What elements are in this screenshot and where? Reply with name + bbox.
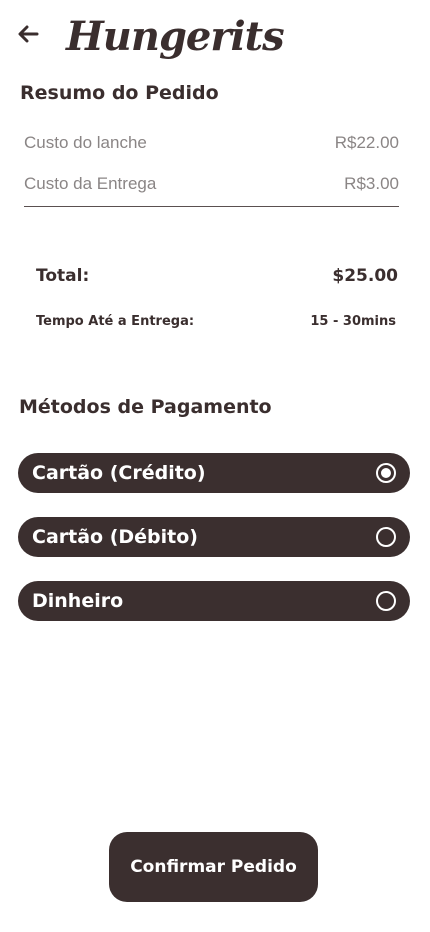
total-value: $25.00 bbox=[332, 266, 398, 286]
summary-divider bbox=[24, 206, 399, 207]
payment-option-label: Dinheiro bbox=[32, 590, 124, 612]
arrow-left-icon bbox=[17, 25, 39, 47]
radio-dot bbox=[381, 468, 391, 478]
order-summary-title: Resumo do Pedido bbox=[20, 82, 219, 104]
delivery-cost-value: R$3.00 bbox=[344, 174, 399, 193]
snack-cost-label: Custo do lanche bbox=[24, 133, 147, 152]
delivery-time-row: Tempo Até a Entrega: 15 - 30mins bbox=[36, 314, 396, 329]
delivery-cost-row: Custo da Entrega R$3.00 bbox=[24, 174, 399, 194]
payment-option-label: Cartão (Débito) bbox=[32, 526, 198, 548]
total-row: Total: $25.00 bbox=[36, 266, 398, 286]
confirm-order-button[interactable]: Confirmar Pedido bbox=[109, 832, 318, 902]
snack-cost-value: R$22.00 bbox=[334, 133, 399, 152]
payment-option-label: Cartão (Crédito) bbox=[32, 462, 206, 484]
brand-logo: Hungerits bbox=[66, 13, 285, 60]
delivery-time-label: Tempo Até a Entrega: bbox=[36, 314, 195, 329]
payment-methods-title: Métodos de Pagamento bbox=[19, 396, 272, 418]
radio-unselected-icon[interactable] bbox=[376, 527, 396, 547]
payment-option-debit[interactable]: Cartão (Débito) bbox=[18, 517, 410, 557]
delivery-time-value: 15 - 30mins bbox=[310, 314, 396, 329]
radio-selected-icon[interactable] bbox=[376, 463, 396, 483]
payment-option-cash[interactable]: Dinheiro bbox=[18, 581, 410, 621]
snack-cost-row: Custo do lanche R$22.00 bbox=[24, 133, 399, 153]
total-label: Total: bbox=[36, 266, 90, 286]
delivery-cost-label: Custo da Entrega bbox=[24, 174, 157, 193]
payment-option-credit[interactable]: Cartão (Crédito) bbox=[18, 453, 410, 493]
back-button[interactable] bbox=[14, 22, 42, 50]
radio-unselected-icon[interactable] bbox=[376, 591, 396, 611]
